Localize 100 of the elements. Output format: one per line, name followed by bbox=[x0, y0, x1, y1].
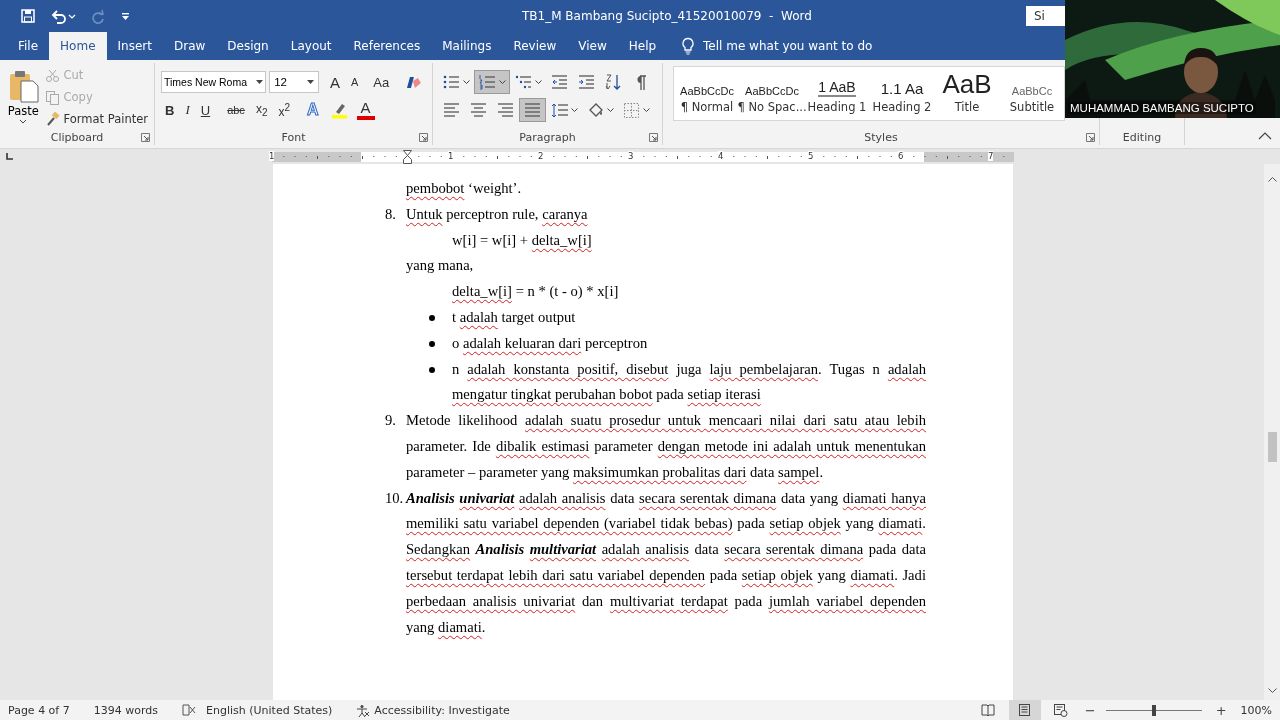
group-label: Styles bbox=[864, 130, 898, 144]
caret-icon bbox=[19, 119, 28, 124]
ribbon-tab[interactable]: Draw bbox=[162, 32, 217, 60]
zoom-in-button[interactable]: + bbox=[1215, 702, 1227, 718]
style-preset[interactable]: AaBbCcDc ¶ Normal bbox=[676, 69, 738, 118]
caret-icon bbox=[256, 80, 264, 84]
dialog-launcher-icon[interactable] bbox=[1086, 133, 1095, 142]
undo-icon[interactable] bbox=[50, 8, 76, 24]
scroll-up-icon bbox=[1267, 176, 1277, 182]
paragraph-text: pembobot ‘weight’. bbox=[405, 179, 523, 198]
align-right-icon[interactable] bbox=[496, 101, 515, 119]
slider-thumb[interactable] bbox=[1151, 704, 1156, 716]
paintbrush-icon bbox=[44, 111, 60, 127]
font-color-button[interactable]: A bbox=[356, 100, 375, 120]
vertical-scrollbar[interactable] bbox=[1264, 164, 1280, 700]
caret-icon bbox=[499, 80, 506, 84]
increase-indent-icon[interactable] bbox=[577, 73, 596, 91]
dialog-launcher-icon[interactable] bbox=[419, 133, 428, 142]
ribbon-tab[interactable]: Mailings bbox=[431, 32, 503, 60]
language-label[interactable]: English (United States) bbox=[206, 703, 333, 717]
proofing-icon[interactable] bbox=[182, 704, 196, 716]
highlighter-icon[interactable] bbox=[329, 101, 350, 119]
bullets-icon[interactable] bbox=[442, 73, 461, 91]
ruler-number: 5 bbox=[808, 150, 814, 161]
multilevel-list-icon[interactable] bbox=[514, 73, 533, 91]
subscript-button[interactable]: x$_{2}$ bbox=[251, 99, 272, 121]
list-item-text: t adalah target output bbox=[452, 308, 577, 327]
underline-button[interactable]: U bbox=[196, 99, 215, 121]
ruler-number: 3 bbox=[628, 150, 634, 161]
dialog-launcher-icon[interactable] bbox=[649, 133, 658, 142]
paragraph-text: yang mana, bbox=[405, 256, 475, 276]
ribbon-tab[interactable]: Help bbox=[617, 32, 668, 60]
style-preset[interactable]: 1 AaB Heading 1 bbox=[806, 69, 868, 118]
dialog-launcher-icon[interactable] bbox=[141, 133, 150, 142]
italic-button[interactable]: I bbox=[181, 99, 194, 121]
bullet-icon bbox=[429, 366, 435, 373]
group-label: Font bbox=[281, 130, 306, 144]
style-preset[interactable]: 1.1 Aa Heading 2 bbox=[871, 69, 933, 118]
participant-name: MUHAMMAD BAMBANG SUCIPTO bbox=[1068, 102, 1256, 114]
bullet-icon bbox=[429, 315, 435, 321]
ribbon-tab[interactable]: Review bbox=[502, 32, 568, 60]
group-label: Editing bbox=[1122, 130, 1162, 144]
strikethrough-button[interactable]: abc bbox=[223, 99, 249, 121]
indent-marker-icon[interactable] bbox=[403, 149, 412, 164]
paste-button[interactable]: Paste bbox=[6, 65, 41, 129]
formula-text: w[i] = w[i] + delta_w[i] bbox=[451, 230, 593, 250]
search-field[interactable]: Tell me what you want to do bbox=[703, 39, 904, 53]
grow-font-button[interactable]: A bbox=[325, 71, 344, 93]
align-left-icon[interactable] bbox=[442, 101, 461, 119]
font-size-field[interactable]: 12 bbox=[269, 71, 319, 93]
ribbon-tab[interactable]: File bbox=[7, 32, 50, 60]
zoom-level[interactable]: 100% bbox=[1240, 703, 1272, 717]
ribbon-tab[interactable]: Home bbox=[49, 32, 107, 60]
font-name-field[interactable]: Times New Roma bbox=[161, 71, 267, 93]
list-number: 10. bbox=[385, 488, 405, 508]
decrease-indent-icon[interactable] bbox=[550, 73, 569, 91]
zoom-out-button[interactable]: − bbox=[1084, 702, 1096, 718]
tab-selector-icon[interactable] bbox=[5, 152, 14, 161]
list-number: 8. bbox=[385, 204, 397, 224]
web-layout-icon[interactable] bbox=[1053, 703, 1069, 717]
list-item-text: o adalah keluaran dari perceptron bbox=[452, 333, 649, 353]
style-preset[interactable]: AaBbCc Subtitle bbox=[1001, 69, 1063, 118]
clipboard-icon bbox=[7, 69, 40, 103]
ruler-number: 7 bbox=[988, 150, 994, 161]
change-case-button[interactable]: Aa bbox=[365, 71, 398, 93]
save-icon[interactable] bbox=[20, 8, 36, 24]
borders-icon[interactable] bbox=[622, 101, 641, 119]
sort-icon[interactable] bbox=[604, 73, 623, 91]
caret-icon bbox=[535, 80, 542, 84]
caret-icon bbox=[463, 80, 470, 84]
caret-icon bbox=[571, 108, 578, 112]
line-spacing-icon[interactable] bbox=[550, 101, 569, 119]
print-layout-icon[interactable] bbox=[1017, 703, 1033, 717]
clipboard-button[interactable]: Format Painter bbox=[44, 109, 148, 129]
superscript-button[interactable]: x$^{2}$ bbox=[274, 99, 294, 121]
scrollbar-thumb[interactable] bbox=[1267, 432, 1277, 462]
lightbulb-icon bbox=[681, 37, 696, 55]
scissors-icon bbox=[44, 67, 60, 83]
caret-icon bbox=[643, 108, 650, 112]
page-count[interactable]: Page 4 of 7 bbox=[8, 703, 70, 717]
read-mode-icon[interactable] bbox=[981, 703, 997, 717]
formula-text: delta_w[i] = n * (t - o) * x[i] bbox=[451, 282, 620, 302]
bullet-icon bbox=[429, 340, 435, 347]
collapse-ribbon-icon[interactable] bbox=[1258, 132, 1272, 140]
style-preset[interactable]: AaB Title bbox=[936, 69, 998, 118]
shrink-font-button[interactable]: A bbox=[346, 71, 363, 93]
word-count[interactable]: 1394 words bbox=[93, 703, 158, 717]
group-label: Clipboard bbox=[50, 130, 104, 144]
ruler-number: 2 bbox=[538, 150, 544, 161]
ribbon-tab[interactable]: References bbox=[342, 32, 432, 60]
accessibility-status[interactable]: Accessibility: Investigate bbox=[374, 703, 510, 717]
align-center-icon[interactable] bbox=[469, 101, 488, 119]
ribbon-tab[interactable]: View bbox=[567, 32, 618, 60]
ribbon-tab[interactable]: Insert bbox=[106, 32, 163, 60]
sign-in-button[interactable]: Si bbox=[1026, 6, 1066, 26]
list-item-text: Untuk perceptron rule, caranya bbox=[406, 204, 589, 224]
accessibility-icon bbox=[356, 703, 371, 717]
ribbon-tab[interactable]: Design bbox=[216, 32, 280, 60]
ribbon-tab[interactable]: Layout bbox=[279, 32, 343, 60]
bold-button[interactable]: B bbox=[161, 99, 179, 121]
